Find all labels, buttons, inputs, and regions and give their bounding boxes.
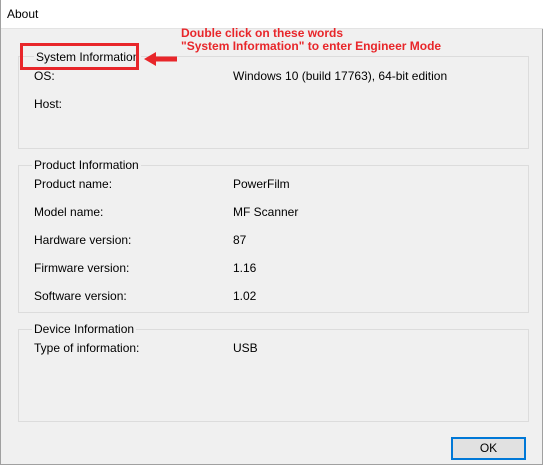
firmware-version-label: Firmware version: xyxy=(34,261,130,275)
model-name-value: MF Scanner xyxy=(233,205,299,219)
os-value: Windows 10 (build 17763), 64-bit edition xyxy=(233,69,448,83)
about-dialog: About System Information OS: Windows 10 … xyxy=(0,0,543,465)
annotation-highlight-box xyxy=(20,43,139,70)
product-name-label: Product name: xyxy=(34,177,113,191)
annotation-line-2: "System Information" to enter Engineer M… xyxy=(181,39,442,53)
ok-button[interactable]: OK xyxy=(451,437,526,460)
product-name-value: PowerFilm xyxy=(233,177,290,191)
model-name-label: Model name: xyxy=(34,205,104,219)
software-version-value: 1.02 xyxy=(233,289,257,303)
type-of-information-label: Type of information: xyxy=(34,341,140,355)
left-arrow-icon xyxy=(144,52,177,66)
os-label: OS: xyxy=(34,69,55,83)
hardware-version-value: 87 xyxy=(233,233,247,247)
host-label: Host: xyxy=(34,97,63,111)
title-bar[interactable]: About xyxy=(1,0,543,29)
annotation-callout: Double click on these words "System Info… xyxy=(181,27,441,53)
window-title: About xyxy=(7,7,39,21)
hardware-version-label: Hardware version: xyxy=(34,233,132,247)
software-version-label: Software version: xyxy=(34,289,127,303)
device-information-heading: Device Information xyxy=(32,322,137,336)
product-information-heading: Product Information xyxy=(32,158,141,172)
firmware-version-value: 1.16 xyxy=(233,261,257,275)
type-of-information-value: USB xyxy=(233,341,258,355)
